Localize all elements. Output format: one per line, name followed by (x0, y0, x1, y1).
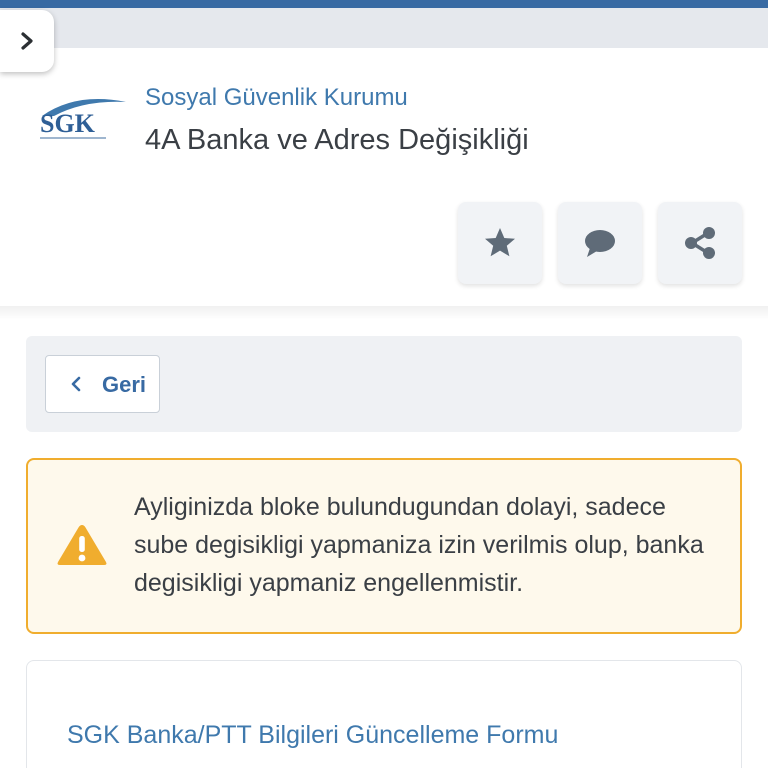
form-title: SGK Banka/PTT Bilgileri Güncelleme Formu (67, 721, 559, 749)
star-icon (485, 228, 515, 257)
back-button[interactable]: Geri (45, 355, 160, 413)
sgk-logo: SGK (36, 94, 128, 144)
top-grey-band (0, 8, 768, 48)
organization-name[interactable]: Sosyal Güvenlik Kurumu (145, 84, 408, 112)
warning-message: Ayliginizda bloke bulundugundan dolayi, … (134, 493, 704, 597)
share-button[interactable] (658, 202, 742, 284)
form-card: SGK Banka/PTT Bilgileri Güncelleme Formu (26, 660, 742, 768)
top-accent-bar (0, 0, 768, 8)
sidebar-expand-button[interactable] (0, 10, 54, 72)
svg-text:SGK: SGK (40, 109, 96, 138)
warning-alert: Ayliginizda bloke bulundugundan dolayi, … (26, 458, 742, 634)
header-shadow (0, 306, 768, 320)
comment-button[interactable] (558, 202, 642, 284)
page-title: 4A Banka ve Adres Değişikliği (145, 124, 529, 156)
chevron-left-icon (71, 376, 81, 392)
favorite-button[interactable] (458, 202, 542, 284)
share-icon (685, 227, 715, 259)
speech-bubble-icon (585, 230, 615, 257)
warning-icon (57, 525, 107, 565)
page: SGK Sosyal Güvenlik Kurumu 4A Banka ve A… (0, 0, 768, 768)
back-button-label: Geri (102, 372, 147, 397)
chevron-right-icon (21, 32, 33, 50)
